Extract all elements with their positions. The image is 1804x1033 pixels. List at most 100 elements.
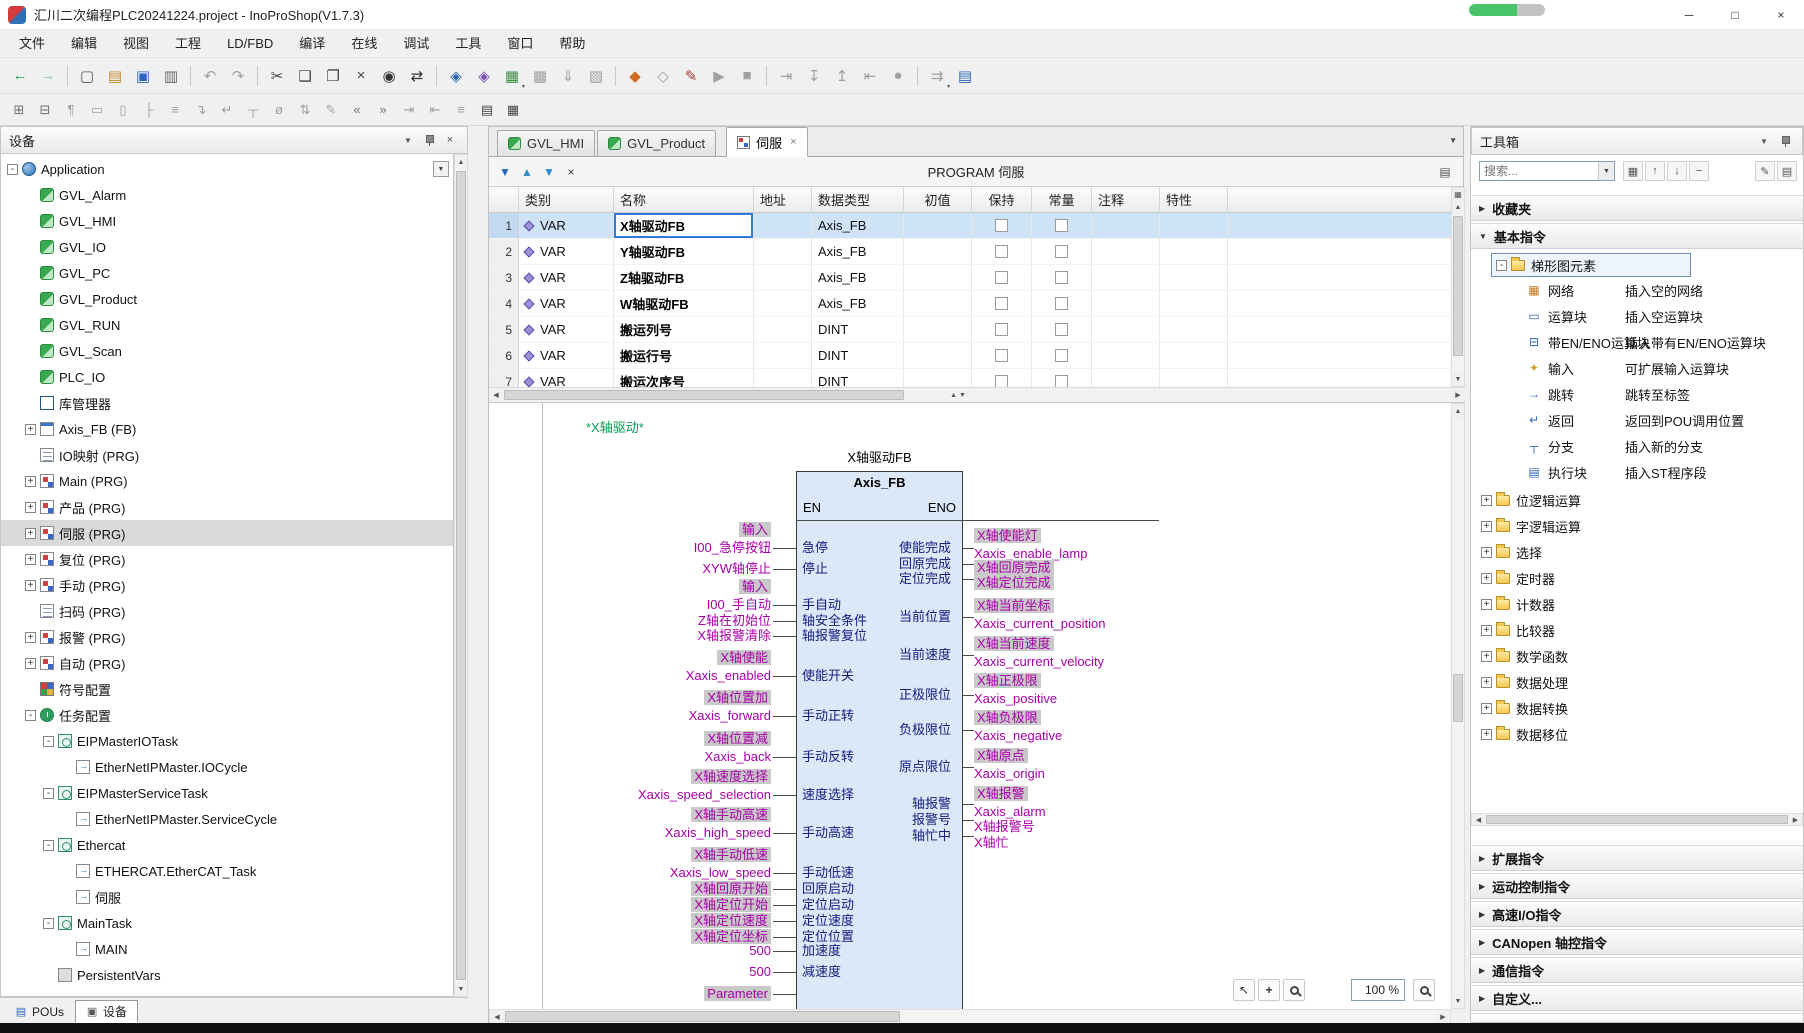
- expander-icon[interactable]: -: [25, 710, 36, 721]
- scroll-up-icon[interactable]: ▲: [1452, 404, 1464, 418]
- cell-addr[interactable]: [754, 213, 812, 239]
- retain-checkbox[interactable]: [995, 375, 1008, 387]
- cell-retain[interactable]: [972, 343, 1032, 369]
- new-file-icon[interactable]: ▢: [74, 63, 100, 89]
- scroll-up-icon[interactable]: ▲: [1452, 201, 1464, 214]
- cell-init[interactable]: [904, 291, 972, 317]
- tree-item-报警 (PRG)[interactable]: +报警 (PRG): [1, 624, 453, 650]
- scrollbar-thumb[interactable]: [505, 1011, 900, 1022]
- toolbox-item-返回[interactable]: ↵返回返回到POU调用位置: [1471, 407, 1803, 433]
- ladder-elements-group[interactable]: - 梯形图元素: [1491, 253, 1691, 277]
- cell-type[interactable]: DINT: [812, 343, 904, 369]
- multiple-download-icon[interactable]: ⇓: [555, 63, 581, 89]
- pan-tool-icon[interactable]: +: [1258, 979, 1280, 1001]
- negate-icon[interactable]: ø: [267, 98, 291, 122]
- table-row[interactable]: 1VARX轴驱动FBAxis_FB: [489, 213, 1465, 239]
- output-operand[interactable]: X轴当前速度Xaxis_current_velocity: [974, 635, 1294, 671]
- tree-item-Main (PRG)[interactable]: +Main (PRG): [1, 468, 453, 494]
- input-operand[interactable]: X轴使能Xaxis_enabled: [489, 649, 771, 685]
- output-operand[interactable]: X轴负极限Xaxis_negative: [974, 709, 1294, 745]
- cell-init[interactable]: [904, 317, 972, 343]
- toggle-comment-icon[interactable]: ¶: [59, 98, 83, 122]
- section-运动控制指令[interactable]: ▶运动控制指令: [1471, 873, 1803, 899]
- tree-item-Application[interactable]: -Application▼: [1, 156, 453, 182]
- scroll-down-icon[interactable]: ▼: [455, 982, 467, 996]
- scrollbar-thumb[interactable]: [1453, 216, 1463, 356]
- delete-icon[interactable]: ×: [348, 63, 374, 89]
- tree-item-复位 (PRG)[interactable]: +复位 (PRG): [1, 546, 453, 572]
- scroll-down-icon[interactable]: ▼: [1452, 994, 1464, 1008]
- move-down-icon[interactable]: ▼: [539, 162, 559, 182]
- expander-icon[interactable]: -: [7, 164, 18, 175]
- cell-scope[interactable]: VAR: [519, 239, 614, 265]
- retain-checkbox[interactable]: [995, 349, 1008, 362]
- tree-item-IO映射 (PRG)[interactable]: IO映射 (PRG): [1, 442, 453, 468]
- menu-item-工具[interactable]: 工具: [442, 30, 494, 58]
- section-高速I/O指令[interactable]: ▶高速I/O指令: [1471, 901, 1803, 927]
- menu-item-编辑[interactable]: 编辑: [58, 30, 110, 58]
- column-header-名称[interactable]: 名称: [614, 187, 754, 213]
- table-vscrollbar[interactable]: ▦ ▲ ▼: [1451, 187, 1465, 387]
- output-operand[interactable]: X轴原点Xaxis_origin: [974, 747, 1294, 783]
- scroll-right-icon[interactable]: ▶: [1451, 388, 1465, 402]
- retain-checkbox[interactable]: [995, 219, 1008, 232]
- indent-icon[interactable]: ⇥: [397, 98, 421, 122]
- tree-item-Ethercat[interactable]: -Ethercat: [1, 832, 453, 858]
- forward-icon[interactable]: →: [35, 63, 61, 89]
- tree-item-MainTask[interactable]: -MainTask: [1, 910, 453, 936]
- input-operand[interactable]: X轴手动高速Xaxis_high_speed: [489, 806, 771, 842]
- scrollbar-thumb[interactable]: [1453, 674, 1463, 722]
- step-over-icon[interactable]: ⇥: [773, 63, 799, 89]
- insert-jump-icon[interactable]: ↴: [189, 98, 213, 122]
- tree-item-PersistentVars[interactable]: PersistentVars: [1, 962, 453, 988]
- expander-icon[interactable]: +: [1481, 625, 1492, 636]
- move-up-icon[interactable]: ↑: [1645, 161, 1665, 181]
- const-checkbox[interactable]: [1055, 375, 1068, 387]
- cell-const[interactable]: [1032, 317, 1092, 343]
- column-header-初值[interactable]: 初值: [904, 187, 972, 213]
- section-收藏夹[interactable]: ▶收藏夹: [1471, 195, 1803, 221]
- cell-init[interactable]: [904, 265, 972, 291]
- zoom-level-box[interactable]: 100 %: [1351, 979, 1405, 1001]
- scrollbar-thumb[interactable]: [1486, 815, 1788, 824]
- toolbox-hscrollbar[interactable]: ◀ ▶: [1471, 813, 1803, 826]
- doc-tab-GVL_Product[interactable]: GVL_Product: [597, 130, 716, 156]
- copy-icon[interactable]: ❏: [292, 63, 318, 89]
- tree-item-扫码 (PRG)[interactable]: 扫码 (PRG): [1, 598, 453, 624]
- toolbox-item-运算块[interactable]: ▭运算块插入空运算块: [1471, 303, 1803, 329]
- tree-item-EIPMasterServiceTask[interactable]: -EIPMasterServiceTask: [1, 780, 453, 806]
- cell-const[interactable]: [1032, 291, 1092, 317]
- cell-attr[interactable]: [1160, 343, 1228, 369]
- cell-comment[interactable]: [1092, 239, 1160, 265]
- outdent-icon[interactable]: ⇤: [423, 98, 447, 122]
- output-operand[interactable]: X轴当前坐标Xaxis_current_position: [974, 597, 1294, 633]
- input-operand[interactable]: X轴手动低速Xaxis_low_speed: [489, 846, 771, 882]
- cell-scope[interactable]: VAR: [519, 265, 614, 291]
- scroll-right-icon[interactable]: ▶: [1789, 814, 1802, 825]
- input-operand[interactable]: X轴速度选择Xaxis_speed_selection: [489, 768, 771, 804]
- tree-item-GVL_Product[interactable]: GVL_Product: [1, 286, 453, 312]
- fb-instance-name[interactable]: X轴驱动FB: [796, 447, 963, 466]
- cell-comment[interactable]: [1092, 291, 1160, 317]
- tree-item-任务配置[interactable]: -任务配置: [1, 702, 453, 728]
- expander-icon[interactable]: +: [1481, 547, 1492, 558]
- fbd-canvas[interactable]: *X轴驱动* X轴驱动FB Axis_FB EN ENO ↖ + 100 % ▲…: [489, 403, 1465, 1024]
- splitter-grip-icon[interactable]: ▲▼: [944, 388, 974, 402]
- expander-icon[interactable]: +: [1481, 521, 1492, 532]
- cell-addr[interactable]: [754, 317, 812, 343]
- layout-grid-icon[interactable]: ▦: [501, 98, 525, 122]
- expander-icon[interactable]: +: [1481, 599, 1492, 610]
- cell-type[interactable]: Axis_FB: [812, 213, 904, 239]
- cell-type[interactable]: Axis_FB: [812, 291, 904, 317]
- cell-addr[interactable]: [754, 369, 812, 387]
- insert-empty-box-icon[interactable]: ▯: [111, 98, 135, 122]
- generate-code-icon[interactable]: ▦▾: [499, 63, 525, 89]
- cell-comment[interactable]: [1092, 343, 1160, 369]
- step-into-icon[interactable]: ↧: [801, 63, 827, 89]
- tree-item-GVL_RUN[interactable]: GVL_RUN: [1, 312, 453, 338]
- scroll-right-icon[interactable]: ▶: [1436, 1010, 1450, 1023]
- toolbox-menu-icon[interactable]: ▼: [1755, 132, 1773, 150]
- save-icon[interactable]: ▣: [130, 63, 156, 89]
- zoom-options-icon[interactable]: [1413, 979, 1435, 1001]
- toolbox-folder-数据转换[interactable]: +数据转换: [1471, 695, 1803, 721]
